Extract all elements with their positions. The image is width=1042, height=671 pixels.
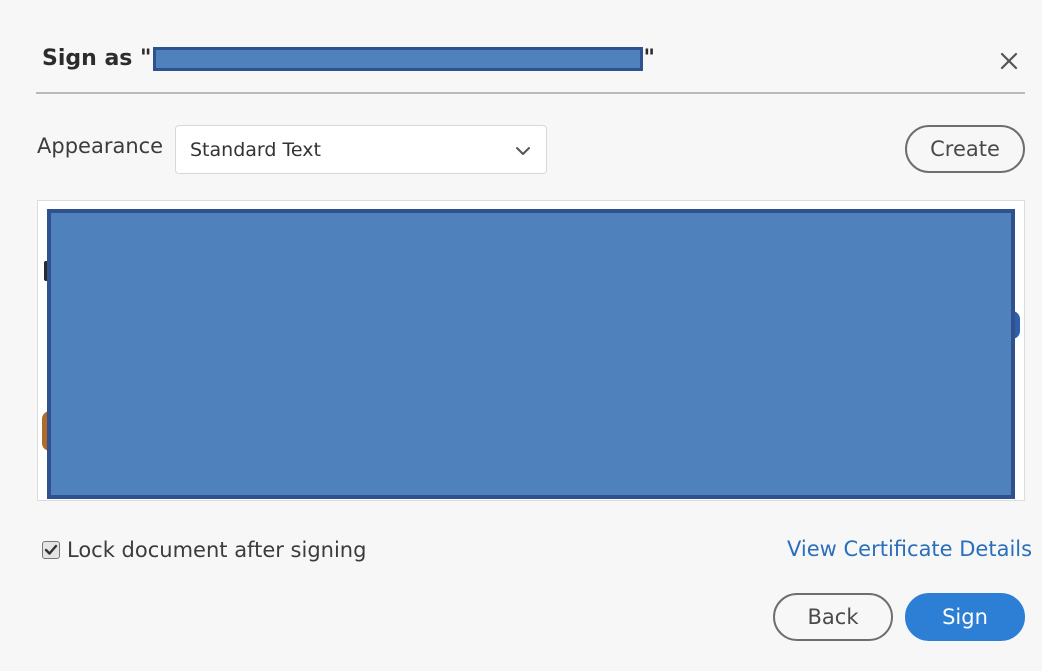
checkmark-icon [44,544,58,555]
appearance-dropdown[interactable]: Standard Text [175,125,547,174]
title-suffix: " [643,46,655,71]
appearance-label: Appearance [37,134,164,158]
lock-document-option[interactable]: Lock document after signing [42,538,366,562]
sign-dialog: Sign as " " Appearance Standard Text Cre… [0,0,1042,671]
header-divider [36,92,1025,94]
lock-document-checkbox[interactable] [42,541,60,559]
sign-button[interactable]: Sign [905,593,1025,641]
close-button[interactable] [994,46,1024,76]
view-certificate-details-link[interactable]: View Certificate Details [787,537,1032,561]
redacted-signature-preview [47,209,1015,499]
lock-document-label: Lock document after signing [67,538,367,562]
title-prefix: Sign as " [42,46,152,71]
appearance-selected-value: Standard Text [190,139,321,161]
dialog-title: Sign as " " [42,46,655,71]
chevron-down-icon [516,147,530,155]
close-icon [1000,52,1018,70]
redacted-signer-name [152,46,643,71]
create-button[interactable]: Create [905,125,1025,173]
back-button[interactable]: Back [773,593,893,641]
